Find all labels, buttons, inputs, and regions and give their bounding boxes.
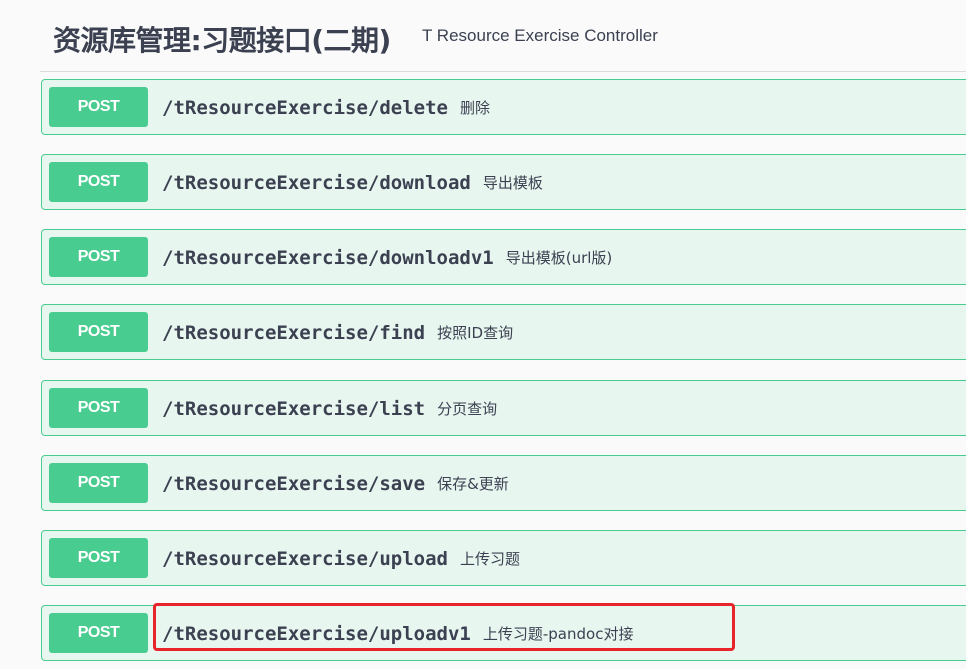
operation-path: /tResourceExercise/downloadv1 导出模板(url版) [162, 247, 613, 269]
operation-path: /tResourceExercise/find 按照ID查询 [162, 322, 514, 344]
tag-header[interactable]: 资源库管理:习题接口(二期) T Resource Exercise Contr… [40, 0, 966, 72]
operation-delete[interactable]: POST /tResourceExercise/delete 删除 [41, 79, 966, 135]
operation-summary: 上传习题-pandoc对接 [482, 625, 634, 643]
method-badge: POST [49, 237, 148, 277]
method-badge: POST [49, 463, 148, 503]
operation-find[interactable]: POST /tResourceExercise/find 按照ID查询 [41, 304, 966, 360]
operation-list[interactable]: POST /tResourceExercise/list 分页查询 [41, 380, 966, 436]
swagger-page: 资源库管理:习题接口(二期) T Resource Exercise Contr… [0, 0, 966, 669]
operation-path: /tResourceExercise/download 导出模板 [162, 172, 543, 194]
tag-title: 资源库管理:习题接口(二期) [53, 24, 391, 57]
operation-path: /tResourceExercise/upload 上传习题 [162, 548, 520, 570]
operation-path: /tResourceExercise/save 保存&更新 [162, 473, 509, 495]
method-badge: POST [49, 613, 148, 653]
operation-path: /tResourceExercise/list 分页查询 [162, 398, 498, 420]
method-badge: POST [49, 312, 148, 352]
method-badge: POST [49, 162, 148, 202]
operation-upload[interactable]: POST /tResourceExercise/upload 上传习题 [41, 530, 966, 586]
operation-summary: 分页查询 [437, 400, 498, 418]
operation-save[interactable]: POST /tResourceExercise/save 保存&更新 [41, 455, 966, 511]
operation-summary: 保存&更新 [437, 475, 509, 493]
operation-summary: 上传习题 [459, 550, 520, 568]
operation-path: /tResourceExercise/delete 删除 [162, 97, 490, 119]
operation-summary: 删除 [459, 99, 490, 117]
operation-downloadv1[interactable]: POST /tResourceExercise/downloadv1 导出模板(u… [41, 229, 966, 285]
operation-path: /tResourceExercise/uploadv1 上传习题-pandoc对接 [162, 623, 634, 645]
tag-description: T Resource Exercise Controller [422, 26, 658, 45]
operation-summary: 导出模板(url版) [505, 249, 613, 267]
operation-download[interactable]: POST /tResourceExercise/download 导出模板 [41, 154, 966, 210]
method-badge: POST [49, 538, 148, 578]
operation-summary: 按照ID查询 [437, 324, 514, 342]
operation-summary: 导出模板 [482, 174, 543, 192]
operation-uploadv1[interactable]: POST /tResourceExercise/uploadv1 上传习题-pan… [41, 605, 966, 661]
method-badge: POST [49, 388, 148, 428]
method-badge: POST [49, 87, 148, 127]
